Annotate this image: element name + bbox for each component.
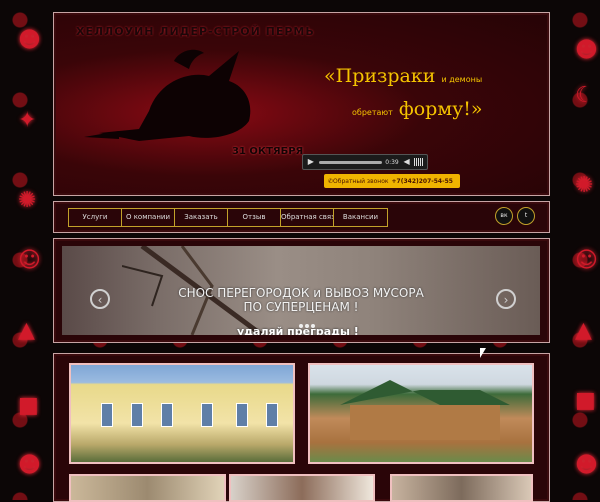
log-house-roof (340, 380, 510, 440)
slogan-line-1: «Призраки и демоны (324, 65, 482, 87)
event-date: 31 ОКТЯБРЯ (232, 146, 304, 157)
navigation-bar: Услуги О компании Заказать Отзыв Обратна… (53, 201, 550, 233)
window-shape (131, 403, 143, 427)
slider-dot[interactable] (299, 324, 303, 328)
menu-item-order[interactable]: Заказать (175, 209, 228, 226)
main-menu: Услуги О компании Заказать Отзыв Обратна… (68, 208, 388, 227)
owl-icon: ☻ (18, 453, 41, 478)
window-shape (161, 403, 173, 427)
flying-witch-image (84, 49, 251, 141)
social-links: вк t (495, 207, 535, 225)
slogan-word: «Призраки (324, 65, 436, 87)
menu-item-review[interactable]: Отзыв (228, 209, 281, 226)
interior-photo[interactable] (69, 474, 226, 502)
vk-icon[interactable]: вк (495, 207, 513, 225)
mouse-cursor (480, 348, 486, 358)
candy-icon: ✦ (18, 108, 37, 133)
window-shape (101, 403, 113, 427)
gallery-section (53, 353, 550, 502)
brand-title: ХЕЛЛОУИН ЛИДЕР-СТРОЙ ПЕРМЬ (76, 25, 315, 38)
witch-hat-icon: ▲ (18, 318, 35, 343)
cat-icon: ☺ (575, 248, 598, 273)
audio-player[interactable]: ▶ 0:39 ◀ (302, 154, 428, 170)
slide-caption-line-2: ПО СУПЕРЦЕНАМ ! (243, 300, 359, 314)
slider-prev-button[interactable]: ‹ (90, 289, 110, 309)
callback-button[interactable]: ✆ Обратный звонок +7(342)207-54-55 (324, 174, 460, 188)
spider-web-icon: ✺ (18, 188, 37, 213)
frankenstein-icon: ■ (18, 393, 39, 418)
slogan-small-text: и демоны (441, 75, 483, 84)
slider-next-button[interactable]: › (496, 289, 516, 309)
promo-slider: СНОС ПЕРЕГОРОДОК и ВЫВОЗ МУСОРА ПО СУПЕР… (53, 238, 550, 343)
audio-progress-track[interactable] (318, 160, 383, 164)
slogan-word: форму!» (398, 98, 483, 120)
slogan-small-text: обретают (352, 108, 393, 117)
log-house-photo[interactable] (308, 363, 534, 464)
twitter-icon[interactable]: t (517, 207, 535, 225)
menu-item-vacancies[interactable]: Вакансии (334, 209, 387, 226)
renovation-photo[interactable] (390, 474, 533, 502)
slide-image: СНОС ПЕРЕГОРОДОК и ВЫВОЗ МУСОРА ПО СУПЕР… (62, 246, 540, 335)
slide-caption-line-1: СНОС ПЕРЕГОРОДОК и ВЫВОЗ МУСОРА (178, 286, 424, 300)
window-shape (236, 403, 248, 427)
phone-number: +7(342)207-54-55 (391, 177, 453, 185)
slide-subtitle: удаляй преграды ! (237, 325, 359, 335)
callback-label: Обратный звонок (333, 177, 389, 185)
volume-icon[interactable]: ◀ (402, 157, 412, 167)
slider-dot[interactable] (305, 324, 309, 328)
construction-photo[interactable] (229, 474, 375, 502)
menu-item-services[interactable]: Услуги (69, 209, 122, 226)
menu-item-feedback[interactable]: Обратная связь (281, 209, 334, 226)
witch-hat-icon: ▲ (575, 318, 592, 343)
frankenstein-icon: ■ (575, 388, 596, 413)
window-shape (201, 403, 213, 427)
vampire-icon: ☻ (575, 38, 598, 63)
menu-item-about[interactable]: О компании (122, 209, 175, 226)
cat-icon: ☺ (18, 248, 41, 273)
vampire-icon: ☻ (18, 28, 41, 53)
audio-time: 0:39 (385, 158, 399, 166)
window-shape (266, 403, 278, 427)
yellow-house-photo[interactable] (69, 363, 295, 464)
spider-web-icon: ✺ (575, 173, 594, 198)
slider-dots (299, 324, 315, 328)
slogan-line-2: обретают форму!» (352, 98, 483, 120)
header-banner: ХЕЛЛОУИН ЛИДЕР-СТРОЙ ПЕРМЬ 31 ОКТЯБРЯ «П… (53, 12, 550, 196)
slide-caption: СНОС ПЕРЕГОРОДОК и ВЫВОЗ МУСОРА ПО СУПЕР… (62, 286, 540, 314)
moon-icon: ☾ (575, 83, 595, 108)
play-icon[interactable]: ▶ (306, 157, 316, 167)
owl-icon: ☻ (575, 453, 598, 478)
slider-dot[interactable] (311, 324, 315, 328)
volume-bars-icon[interactable] (414, 158, 425, 166)
